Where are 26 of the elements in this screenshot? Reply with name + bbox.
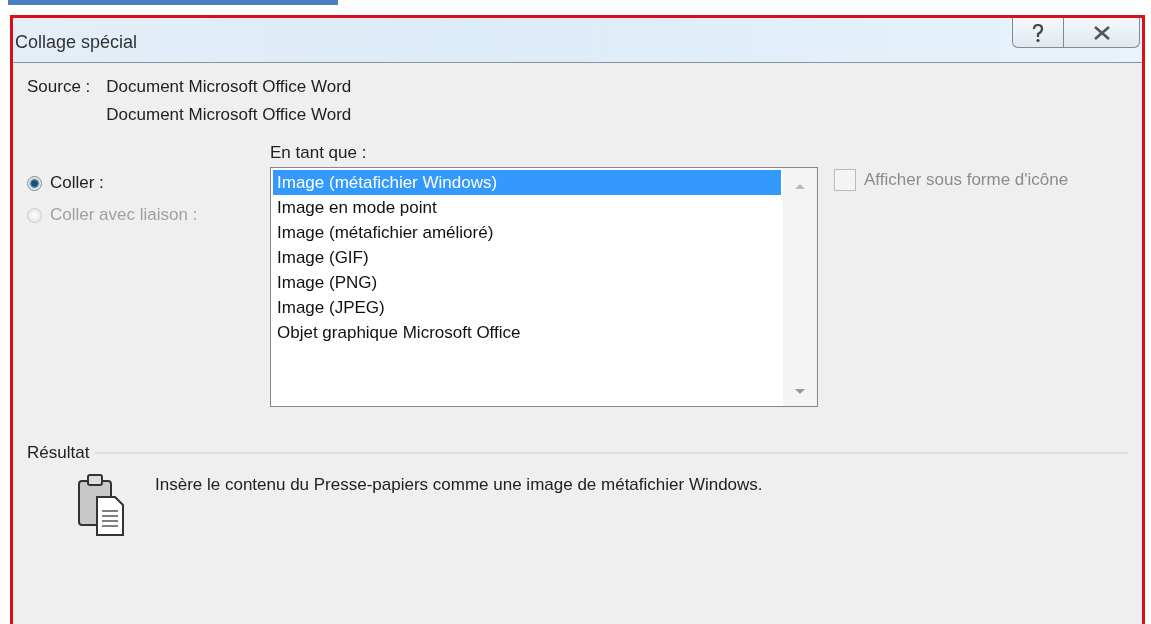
clipboard-icon — [77, 473, 125, 537]
scrollbar[interactable] — [783, 168, 817, 406]
list-item[interactable]: Image en mode point — [273, 195, 781, 220]
help-icon — [1031, 22, 1045, 43]
source-value: Document Microsoft Office Word — [106, 77, 352, 97]
list-label: En tant que : — [270, 143, 368, 163]
list-item[interactable]: Image (métafichier amélioré) — [273, 220, 781, 245]
radio-icon[interactable] — [27, 175, 42, 191]
checkbox-label: Afficher sous forme d'icône — [864, 170, 1069, 190]
list-item[interactable]: Image (GIF) — [273, 245, 781, 270]
radio-label: Coller avec liaison : — [50, 205, 198, 225]
list-item[interactable]: Objet graphique Microsoft Office — [273, 320, 781, 345]
source-value: Document Microsoft Office Word — [106, 105, 352, 125]
radio-label: Coller : — [50, 173, 104, 193]
result-description: Insère le contenu du Presse-papiers comme une image de métafichier Windows. — [155, 475, 763, 495]
window-title: Collage spécial — [15, 32, 138, 53]
source-label: Source : — [27, 77, 91, 98]
group-title: Résultat — [27, 443, 90, 463]
list-item[interactable]: Image (PNG) — [273, 270, 781, 295]
radio-option[interactable]: Coller : — [27, 173, 267, 193]
scroll-down-icon[interactable] — [794, 388, 806, 396]
close-button[interactable] — [1064, 18, 1140, 48]
help-button[interactable] — [1012, 18, 1064, 48]
scroll-up-icon[interactable] — [794, 182, 806, 190]
list-item[interactable]: Image (JPEG) — [273, 295, 781, 320]
format-list[interactable]: Image (métafichier Windows) Image en mode point Image (métafichier amélioré) Image (GIF) Image (PNG) Image (JPEG) Objet graphique Microsoft Office — [270, 167, 818, 407]
